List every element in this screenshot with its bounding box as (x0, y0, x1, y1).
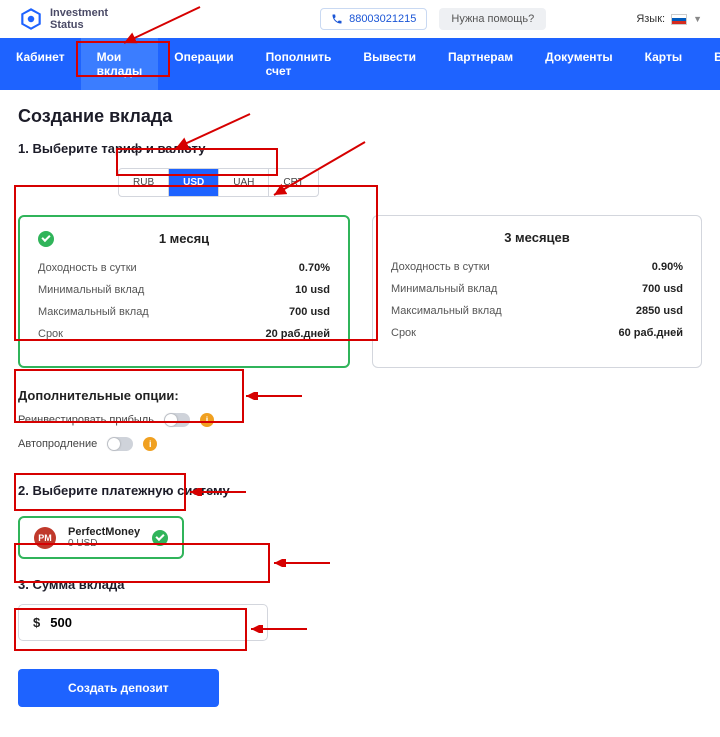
nav-logout[interactable]: Выход (698, 38, 720, 90)
phone-button[interactable]: 88003021215 (320, 8, 427, 30)
nav-deposits[interactable]: Мои вклады (81, 38, 159, 90)
info-icon[interactable]: i (143, 437, 157, 451)
lang-label: Язык: (636, 13, 665, 25)
amount-input[interactable] (50, 615, 253, 630)
nav-cabinet[interactable]: Кабинет (0, 38, 81, 90)
brand-line1: Investment (50, 7, 108, 19)
info-icon[interactable]: i (200, 413, 214, 427)
plan1-max-label: Максимальный вклад (38, 306, 149, 318)
check-icon (38, 231, 54, 247)
plan2-min-label: Минимальный вклад (391, 283, 497, 295)
step-3-title: 3. Сумма вклада (18, 577, 702, 592)
nav-documents[interactable]: Документы (529, 38, 628, 90)
opt-reinvest-label: Реинвестировать прибыль (18, 414, 154, 426)
phone-icon (331, 13, 343, 25)
opt-autorenew-label: Автопродление (18, 438, 97, 450)
step-2-title: 2. Выберите платежную систему (18, 483, 702, 498)
step-1-title: 1. Выберите тариф и валюту (18, 141, 702, 156)
plan1-title: 1 месяц (159, 231, 209, 246)
plan1-min-value: 10 usd (295, 284, 330, 296)
options-title: Дополнительные опции: (18, 388, 702, 403)
payment-system-perfectmoney[interactable]: PM PerfectMoney 0 USD (18, 516, 184, 559)
plan1-term-label: Срок (38, 328, 63, 340)
plan2-title: 3 месяцев (504, 230, 570, 245)
plan2-yield-value: 0.90% (652, 261, 683, 273)
plan2-term-label: Срок (391, 327, 416, 339)
page-title: Создание вклада (18, 106, 702, 127)
plan2-min-value: 700 usd (642, 283, 683, 295)
perfectmoney-icon: PM (34, 527, 56, 549)
plan1-max-value: 700 usd (289, 306, 330, 318)
pay-balance: 0 USD (68, 538, 140, 549)
flag-ru-icon (671, 14, 687, 25)
check-icon (152, 530, 168, 546)
create-deposit-button[interactable]: Создать депозит (18, 669, 219, 707)
plan-card-3months[interactable]: 3 месяцев Доходность в сутки 0.90% Минима… (372, 215, 702, 368)
nav-topup[interactable]: Пополнить счет (250, 38, 348, 90)
brand-line2: Status (50, 19, 108, 31)
plan2-max-value: 2850 usd (636, 305, 683, 317)
help-button[interactable]: Нужна помощь? (439, 8, 546, 30)
plan2-yield-label: Доходность в сутки (391, 261, 490, 273)
plan1-yield-value: 0.70% (299, 262, 330, 274)
plan-card-1month[interactable]: 1 месяц Доходность в сутки 0.70% Минималь… (18, 215, 350, 368)
plan2-max-label: Максимальный вклад (391, 305, 502, 317)
plan2-term-value: 60 раб.дней (619, 327, 684, 339)
opt-reinvest-toggle[interactable] (164, 413, 190, 427)
plan1-min-label: Минимальный вклад (38, 284, 144, 296)
currency-usd[interactable]: USD (169, 169, 219, 196)
pay-name: PerfectMoney (68, 526, 140, 538)
plan1-term-value: 20 раб.дней (266, 328, 331, 340)
logo-icon (18, 6, 44, 32)
chevron-down-icon: ▼ (693, 14, 702, 24)
nav-cards[interactable]: Карты (629, 38, 698, 90)
currency-crt[interactable]: CRT (269, 169, 317, 196)
amount-input-wrap: $ (18, 604, 268, 641)
main-nav: Кабинет Мои вклады Операции Пополнить сч… (0, 38, 720, 90)
language-selector[interactable]: Язык: ▼ (636, 13, 702, 25)
nav-operations[interactable]: Операции (158, 38, 249, 90)
brand-logo: InvestmentStatus (18, 6, 108, 32)
opt-autorenew-toggle[interactable] (107, 437, 133, 451)
phone-number: 88003021215 (349, 13, 416, 25)
currency-rub[interactable]: RUB (119, 169, 169, 196)
nav-partners[interactable]: Партнерам (432, 38, 529, 90)
currency-symbol: $ (33, 615, 40, 630)
plan1-yield-label: Доходность в сутки (38, 262, 137, 274)
nav-withdraw[interactable]: Вывести (347, 38, 432, 90)
currency-uah[interactable]: UAH (219, 169, 269, 196)
currency-tabs: RUB USD UAH CRT (118, 168, 319, 197)
